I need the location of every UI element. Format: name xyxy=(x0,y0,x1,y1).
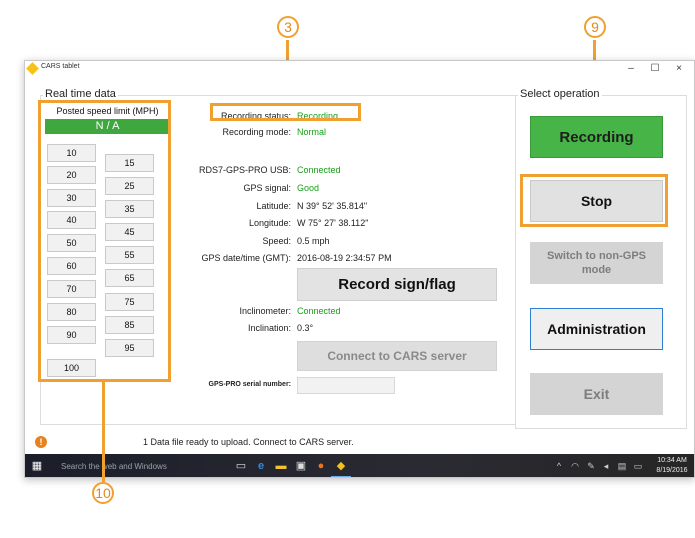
active-app-indicator xyxy=(331,476,351,477)
volume-icon[interactable]: ◂ xyxy=(600,460,612,472)
callout-10-highlight xyxy=(38,100,171,382)
status-message: 1 Data file ready to upload. Connect to … xyxy=(143,437,354,447)
realtime-group-label: Real time data xyxy=(43,88,118,100)
administration-button[interactable]: Administration xyxy=(530,308,663,350)
recording-button[interactable]: Recording xyxy=(530,116,663,158)
recording-mode-label: Recording mode: xyxy=(222,127,291,137)
callout-3: 3 xyxy=(277,16,299,38)
keyboard-icon[interactable]: ▭ xyxy=(632,460,644,472)
speed-value: 0.5 mph xyxy=(297,236,330,246)
inclinometer-label: Inclinometer: xyxy=(239,306,291,316)
usb-value: Connected xyxy=(297,165,341,175)
latitude-label: Latitude: xyxy=(256,201,291,211)
inclination-label: Inclination: xyxy=(247,323,291,333)
edge-browser-icon[interactable]: e xyxy=(255,460,267,472)
minimize-button[interactable]: – xyxy=(619,61,643,76)
operation-group-label: Select operation xyxy=(518,88,602,100)
title-bar: CARS tablet – ☐ × xyxy=(25,61,694,77)
task-view-icon[interactable]: ▭ xyxy=(235,460,247,472)
firefox-icon[interactable]: ● xyxy=(315,460,327,472)
callout-3-highlight xyxy=(210,103,361,121)
maximize-button[interactable]: ☐ xyxy=(643,61,667,76)
connect-cars-server-button[interactable]: Connect to CARS server xyxy=(297,341,497,371)
inclination-value: 0.3° xyxy=(297,323,314,333)
latitude-value: N 39° 52' 35.814" xyxy=(297,201,368,211)
taskbar-search-input[interactable]: Search the web and Windows xyxy=(55,454,225,477)
warning-icon: ! xyxy=(35,436,47,448)
gps-signal-label: GPS signal: xyxy=(243,183,291,193)
close-button[interactable]: × xyxy=(667,61,691,76)
app-icon xyxy=(26,62,39,75)
network-icon[interactable]: ◠ xyxy=(569,460,581,472)
exit-button[interactable]: Exit xyxy=(530,373,663,415)
notifications-icon[interactable]: ▤ xyxy=(616,460,628,472)
store-icon[interactable]: ▣ xyxy=(295,460,307,472)
speed-label: Speed: xyxy=(262,236,291,246)
file-explorer-icon[interactable]: ▬ xyxy=(275,460,287,472)
longitude-label: Longitude: xyxy=(248,218,291,228)
callout-9: 9 xyxy=(584,16,606,38)
inclinometer-value: Connected xyxy=(297,306,341,316)
gps-datetime-label: GPS date/time (GMT): xyxy=(201,253,291,263)
cars-app-taskbar-icon[interactable]: ◆ xyxy=(335,460,347,472)
recording-mode-value: Normal xyxy=(297,127,327,137)
taskbar: ▦ Search the web and Windows ▭ e ▬ ▣ ● ◆… xyxy=(25,454,694,477)
window-title: CARS tablet xyxy=(41,63,80,70)
pen-icon[interactable]: ✎ xyxy=(585,460,597,472)
longitude-value: W 75° 27' 38.112" xyxy=(297,218,369,228)
usb-label: RDS7-GPS-PRO USB: xyxy=(198,165,291,175)
taskbar-time[interactable]: 10:34 AM xyxy=(650,457,694,464)
serial-number-label: GPS-PRO serial number: xyxy=(208,381,291,388)
status-bar: ! 1 Data file ready to upload. Connect t… xyxy=(25,433,694,451)
serial-number-field[interactable] xyxy=(297,377,395,394)
callout-10: 10 xyxy=(92,482,114,504)
tray-chevron-icon[interactable]: ^ xyxy=(553,460,565,472)
gps-datetime-value: 2016-08-19 2:34:57 PM xyxy=(297,253,392,263)
taskbar-date[interactable]: 8/19/2016 xyxy=(650,467,694,474)
callout-9-highlight xyxy=(520,174,668,227)
windows-start-icon[interactable]: ▦ xyxy=(31,460,43,472)
gps-signal-value: Good xyxy=(297,183,320,193)
record-sign-flag-button[interactable]: Record sign/flag xyxy=(297,268,497,301)
switch-non-gps-button[interactable]: Switch to non-GPS mode xyxy=(530,242,663,284)
callout-10-line xyxy=(102,382,105,482)
